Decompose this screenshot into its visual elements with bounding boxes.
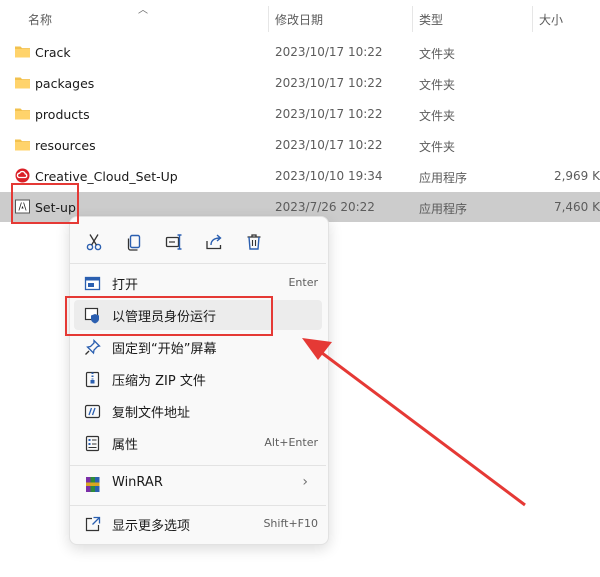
annotation-arrow <box>302 338 526 507</box>
